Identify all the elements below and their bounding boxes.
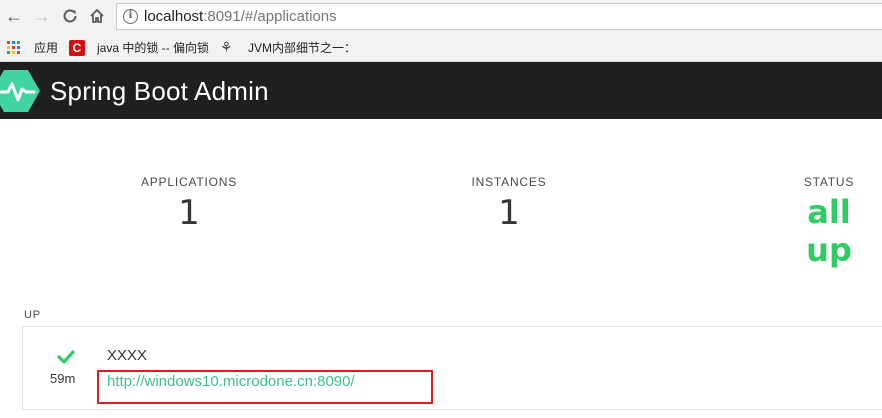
c-logo-icon: C: [69, 40, 85, 56]
stat-applications-label: APPLICATIONS: [140, 175, 238, 189]
bookmarks-bar: 应用 C java 中的锁 -- 偏向锁 ⚘ JVM内部细节之一：: [0, 33, 882, 62]
app-header: Spring Boot Admin: [0, 62, 882, 119]
bookmark-page-icon: ⚘: [220, 39, 233, 55]
heartbeat-logo-icon[interactable]: [0, 70, 40, 112]
annotation-highlight-box: [97, 370, 433, 404]
url-host: localhost: [144, 8, 204, 25]
back-arrow-icon[interactable]: ←: [4, 6, 24, 26]
stat-applications: APPLICATIONS 1: [140, 175, 238, 233]
home-icon[interactable]: [87, 6, 107, 26]
apps-grid-icon[interactable]: [7, 41, 20, 54]
reload-icon[interactable]: [60, 6, 80, 26]
url-path: :8091/#/applications: [203, 8, 337, 25]
group-label-up: UP: [24, 309, 41, 321]
address-bar[interactable]: i localhost:8091/#/applications: [116, 3, 882, 30]
url-text: localhost:8091/#/applications: [144, 8, 337, 25]
forward-arrow-icon[interactable]: →: [32, 6, 52, 26]
stat-instances-value: 1: [498, 193, 520, 233]
bookmark-java-lock[interactable]: java 中的锁 -- 偏向锁: [97, 39, 213, 57]
stat-status-value: all up: [806, 193, 852, 269]
stat-applications-value: 1: [178, 193, 200, 233]
bookmark-apps[interactable]: 应用: [34, 39, 58, 57]
stat-status: STATUS all up: [782, 175, 876, 269]
stat-instances-label: INSTANCES: [471, 175, 547, 189]
check-icon: [57, 350, 75, 364]
app-title[interactable]: Spring Boot Admin: [50, 76, 269, 107]
stat-status-label: STATUS: [803, 175, 855, 189]
application-name[interactable]: XXXX: [107, 347, 147, 364]
browser-toolbar: ← → i localhost:8091/#/applications: [0, 0, 882, 33]
uptime-text: 59m: [50, 371, 76, 386]
info-icon[interactable]: i: [123, 9, 138, 24]
bookmark-jvm[interactable]: JVM内部细节之一：: [248, 39, 358, 57]
stat-instances: INSTANCES 1: [470, 175, 548, 233]
